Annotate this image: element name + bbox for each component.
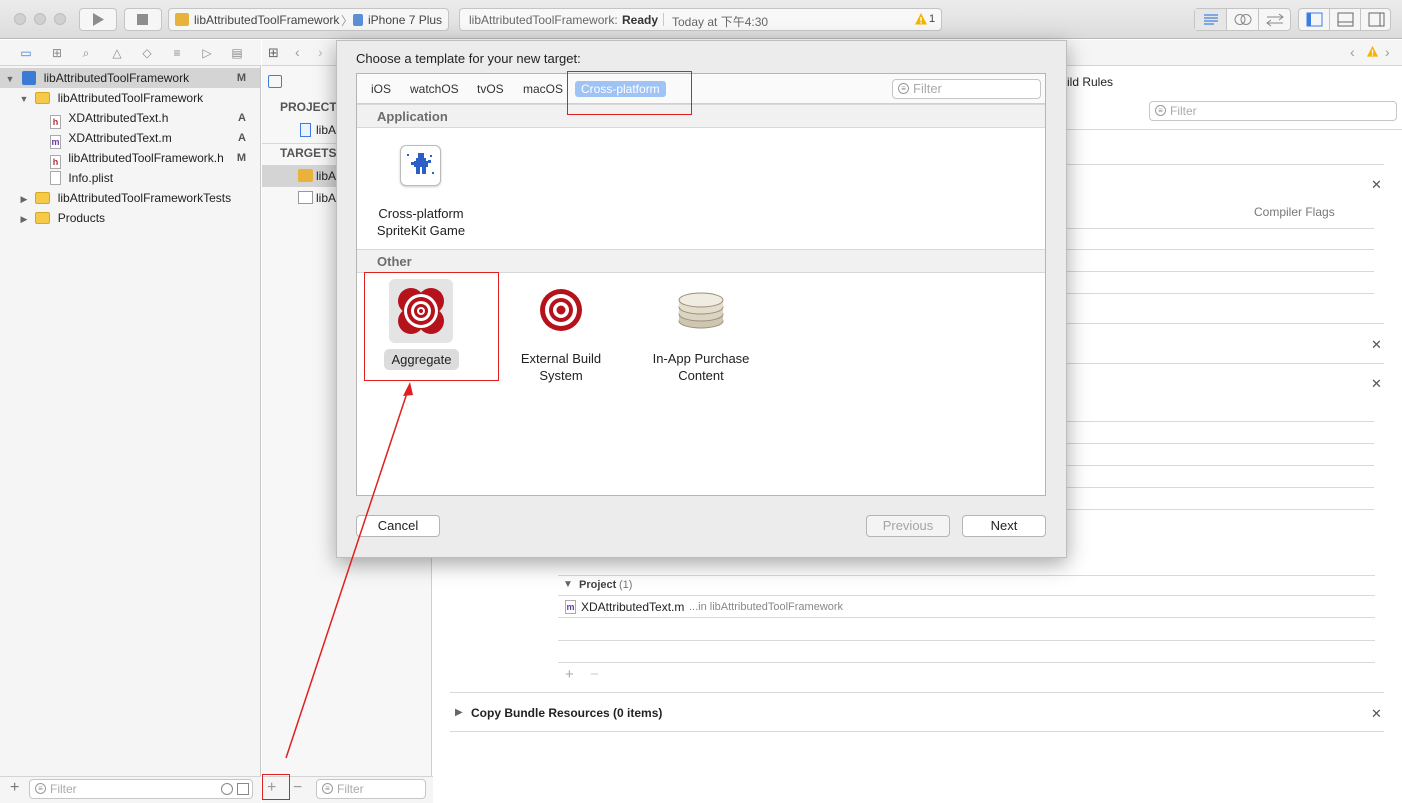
annotation-arrow — [285, 382, 413, 759]
